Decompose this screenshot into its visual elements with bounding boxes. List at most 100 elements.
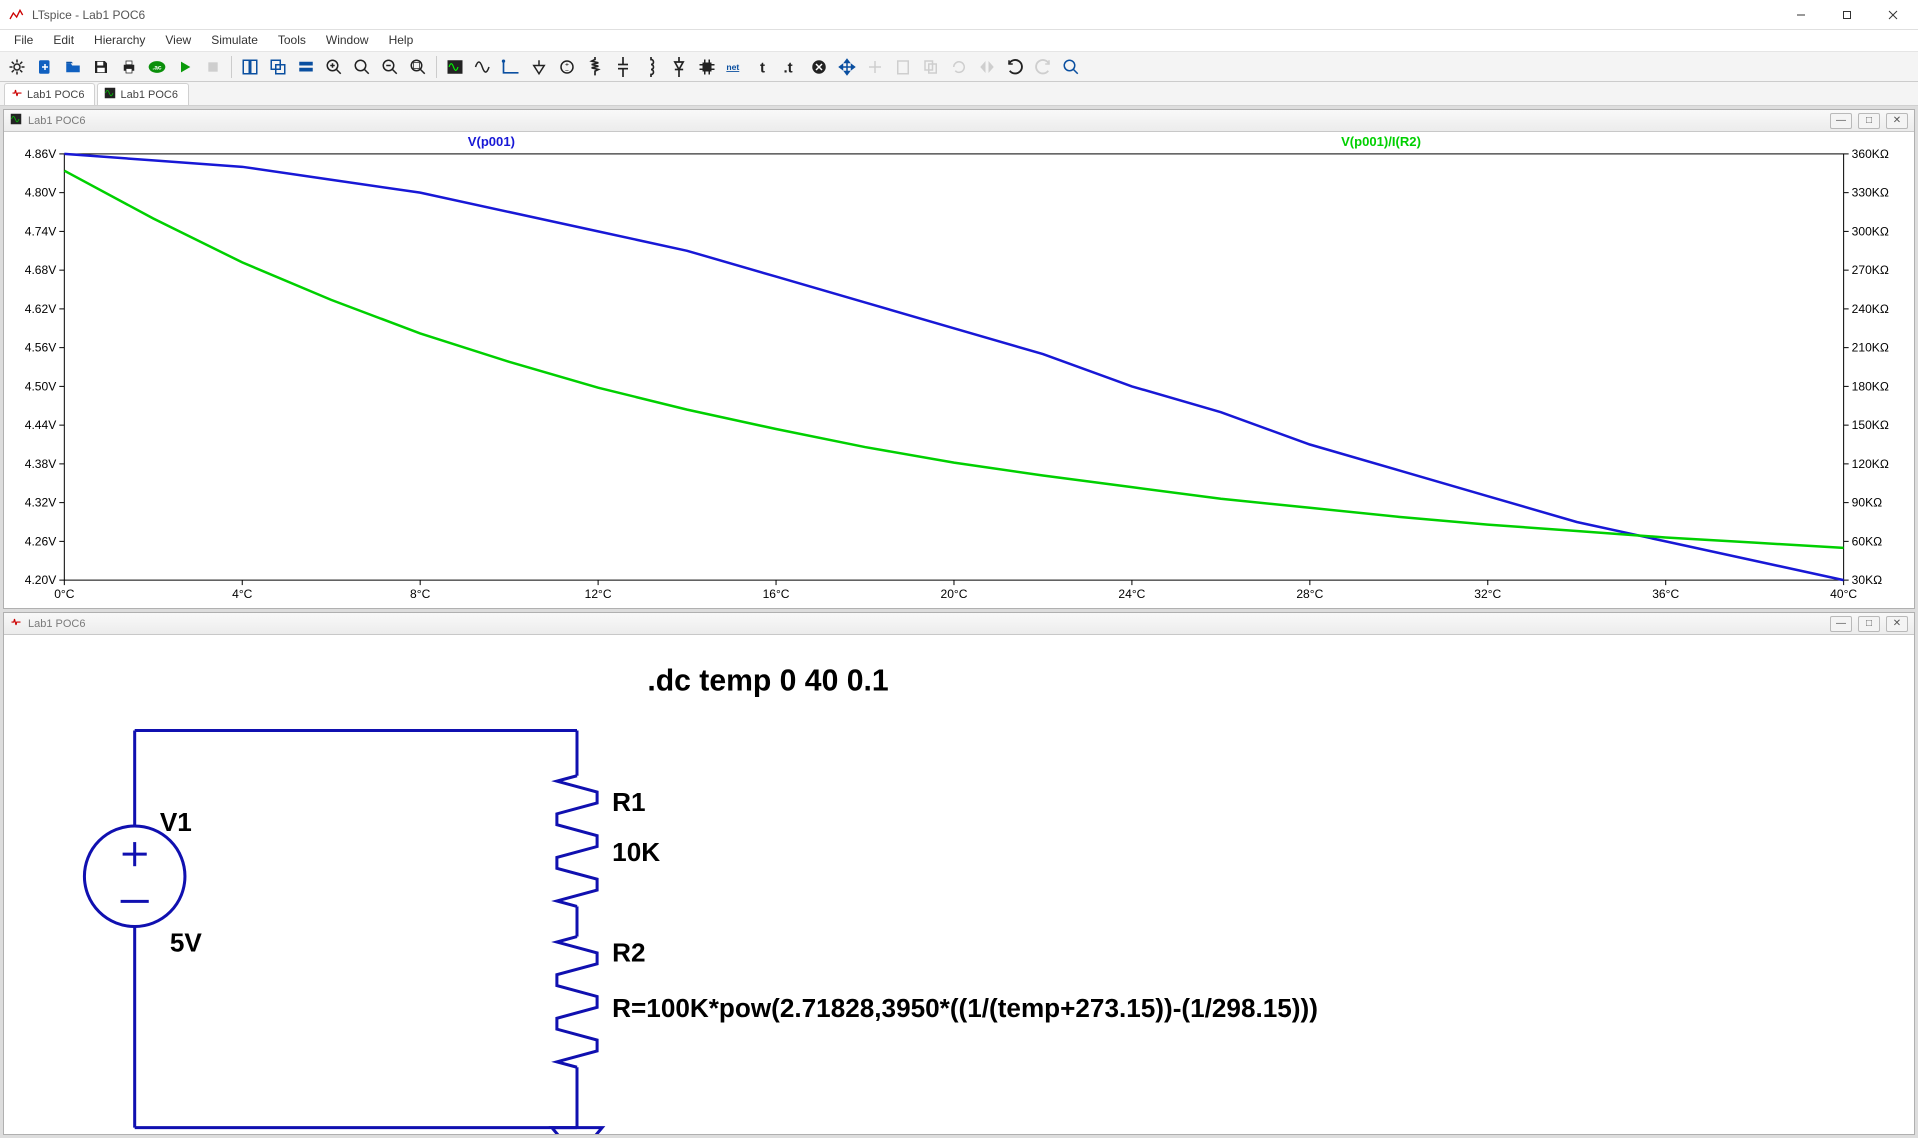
toolbar-separator [231, 56, 232, 78]
duplicate-button[interactable] [918, 54, 944, 80]
svg-text:4.56V: 4.56V [25, 341, 57, 355]
menu-tools[interactable]: Tools [268, 30, 316, 51]
zoom-fit-button[interactable] [405, 54, 431, 80]
zoom-fit-icon [409, 58, 427, 76]
pane-close-button[interactable]: ✕ [1886, 616, 1908, 632]
undo-button[interactable] [1002, 54, 1028, 80]
zoom-out-button[interactable] [377, 54, 403, 80]
run-button[interactable] [172, 54, 198, 80]
windows-icon [297, 58, 315, 76]
pane-minimize-button[interactable]: — [1830, 616, 1852, 632]
svg-text:4.38V: 4.38V [25, 457, 57, 471]
svg-text:.t: .t [784, 59, 793, 76]
setup-sim-button[interactable]: .ac [144, 54, 170, 80]
diode-button[interactable] [666, 54, 692, 80]
plot-pane-titlebar[interactable]: Lab1 POC6 — □ ✕ [4, 110, 1914, 132]
gear-icon [8, 58, 26, 76]
find-button[interactable] [1058, 54, 1084, 80]
svg-text:270KΩ: 270KΩ [1852, 263, 1889, 277]
directive-icon: .t [782, 58, 800, 76]
close-button[interactable] [1870, 0, 1916, 30]
text-button[interactable]: t [750, 54, 776, 80]
copy-icon [922, 58, 940, 76]
sine-icon [474, 58, 492, 76]
plot-area[interactable]: 0°C4°C8°C12°C16°C20°C24°C28°C32°C36°C40°… [4, 132, 1914, 608]
svg-text:20°C: 20°C [941, 587, 968, 601]
move-button[interactable] [834, 54, 860, 80]
save-button[interactable] [88, 54, 114, 80]
pane-close-button[interactable]: ✕ [1886, 113, 1908, 129]
svg-text:16°C: 16°C [763, 587, 790, 601]
svg-text:0°C: 0°C [54, 587, 75, 601]
schematic-pane-title: Lab1 POC6 [28, 618, 85, 630]
resistor-button[interactable] [582, 54, 608, 80]
chip-icon [698, 58, 716, 76]
autorange-button[interactable] [442, 54, 468, 80]
stop-button[interactable] [200, 54, 226, 80]
delete-button[interactable] [806, 54, 832, 80]
drag-button[interactable] [862, 54, 888, 80]
menu-help[interactable]: Help [379, 30, 424, 51]
svg-text:210KΩ: 210KΩ [1852, 341, 1889, 355]
pane-maximize-button[interactable]: □ [1858, 113, 1880, 129]
find-icon [1062, 58, 1080, 76]
toolbar-separator [436, 56, 437, 78]
menu-view[interactable]: View [155, 30, 201, 51]
zoom-in-icon [325, 58, 343, 76]
window-buttons [1778, 0, 1916, 30]
redo-button[interactable] [1030, 54, 1056, 80]
svg-text:8°C: 8°C [410, 587, 431, 601]
schematic-canvas[interactable]: .dc temp 0 40 0.1V15VR110KR2R=100K*pow(2… [4, 635, 1914, 1134]
rotate-button[interactable] [946, 54, 972, 80]
zoom-in-button[interactable] [321, 54, 347, 80]
add-trace-button[interactable] [470, 54, 496, 80]
text-icon: t [754, 58, 772, 76]
new-symbol-button[interactable] [32, 54, 58, 80]
close-window-button[interactable] [293, 54, 319, 80]
open-button[interactable] [60, 54, 86, 80]
app-icon [6, 5, 26, 25]
inductor-button[interactable] [638, 54, 664, 80]
new-schematic-button[interactable] [4, 54, 30, 80]
maximize-button[interactable] [1824, 0, 1870, 30]
cascade-windows-button[interactable] [265, 54, 291, 80]
svg-text:150KΩ: 150KΩ [1852, 418, 1889, 432]
minimize-button[interactable] [1778, 0, 1824, 30]
pane-maximize-button[interactable]: □ [1858, 616, 1880, 632]
run-icon [177, 59, 193, 75]
doc-tab-waveform[interactable]: Lab1 POC6 [97, 83, 188, 105]
schematic-pane-titlebar[interactable]: Lab1 POC6 — □ ✕ [4, 613, 1914, 635]
menu-edit[interactable]: Edit [43, 30, 84, 51]
doc-tab-label: Lab1 POC6 [27, 89, 84, 101]
svg-text:36°C: 36°C [1652, 587, 1679, 601]
svg-text:240KΩ: 240KΩ [1852, 302, 1889, 316]
menu-window[interactable]: Window [316, 30, 379, 51]
tile-icon [241, 58, 259, 76]
pan-button[interactable] [349, 54, 375, 80]
plot-chart[interactable]: 0°C4°C8°C12°C16°C20°C24°C28°C32°C36°C40°… [4, 132, 1914, 608]
doc-tab-schematic[interactable]: Lab1 POC6 [4, 83, 95, 105]
capacitor-icon [615, 57, 631, 77]
print-button[interactable] [116, 54, 142, 80]
paste-button[interactable] [890, 54, 916, 80]
resistor-icon [588, 57, 602, 77]
mirror-button[interactable] [974, 54, 1000, 80]
ground-button[interactable] [526, 54, 552, 80]
menu-hierarchy[interactable]: Hierarchy [84, 30, 155, 51]
tile-windows-button[interactable] [237, 54, 263, 80]
svg-text:.dc temp 0 40 0.1: .dc temp 0 40 0.1 [647, 664, 888, 697]
spice-directive-button[interactable]: .t [778, 54, 804, 80]
capacitor-button[interactable] [610, 54, 636, 80]
wire-button[interactable] [498, 54, 524, 80]
menu-simulate[interactable]: Simulate [201, 30, 268, 51]
zoom-out-icon [381, 58, 399, 76]
voltage-source-button[interactable]: +− [554, 54, 580, 80]
component-button[interactable] [694, 54, 720, 80]
net-icon: net [724, 59, 746, 75]
net-label-button[interactable]: net [722, 54, 748, 80]
menu-file[interactable]: File [4, 30, 43, 51]
pane-minimize-button[interactable]: — [1830, 113, 1852, 129]
schematic-drawing[interactable]: .dc temp 0 40 0.1V15VR110KR2R=100K*pow(2… [4, 635, 1914, 1134]
svg-text:net: net [726, 62, 739, 72]
svg-text:V(p001)/I(R2): V(p001)/I(R2) [1341, 134, 1421, 149]
